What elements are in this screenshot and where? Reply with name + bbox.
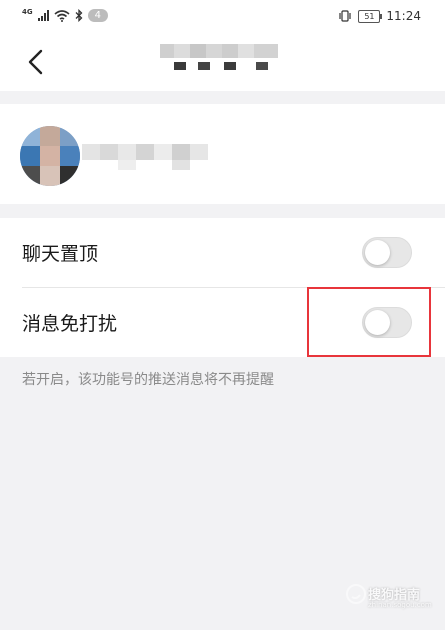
chevron-left-icon bbox=[28, 49, 43, 75]
header bbox=[0, 34, 445, 91]
pin-chat-row[interactable]: 聊天置顶 bbox=[0, 218, 445, 287]
highlight-box bbox=[307, 287, 431, 357]
sogou-logo-icon bbox=[346, 584, 366, 604]
page-title-blurred bbox=[160, 44, 278, 70]
battery-icon: 51 bbox=[358, 9, 383, 23]
toggle-knob bbox=[365, 240, 390, 265]
status-bar: 4G 4 51 11:24 bbox=[0, 0, 445, 34]
vibrate-icon bbox=[339, 10, 352, 22]
pin-chat-toggle[interactable] bbox=[362, 237, 412, 268]
mute-hint-text: 若开启，该功能号的推送消息将不再提醒 bbox=[22, 372, 274, 388]
clock: 11:24 bbox=[386, 9, 421, 23]
signal-icon bbox=[37, 10, 49, 21]
pin-chat-label: 聊天置顶 bbox=[22, 243, 99, 265]
status-right: 51 11:24 bbox=[338, 9, 421, 23]
mute-notifications-label: 消息免打扰 bbox=[22, 313, 118, 335]
back-button[interactable] bbox=[22, 48, 52, 78]
wifi-icon bbox=[54, 9, 70, 22]
watermark: 搜狗指南 zhinan.sogou.com bbox=[346, 580, 432, 612]
status-left: 4G 4 bbox=[22, 7, 108, 22]
account-profile[interactable] bbox=[0, 104, 445, 204]
avatar bbox=[20, 126, 80, 186]
notification-badge: 4 bbox=[87, 9, 108, 22]
network-type: 4G bbox=[22, 7, 33, 16]
watermark-url: zhinan.sogou.com bbox=[368, 601, 432, 609]
account-name-blurred bbox=[82, 144, 208, 170]
bluetooth-icon bbox=[75, 9, 83, 22]
